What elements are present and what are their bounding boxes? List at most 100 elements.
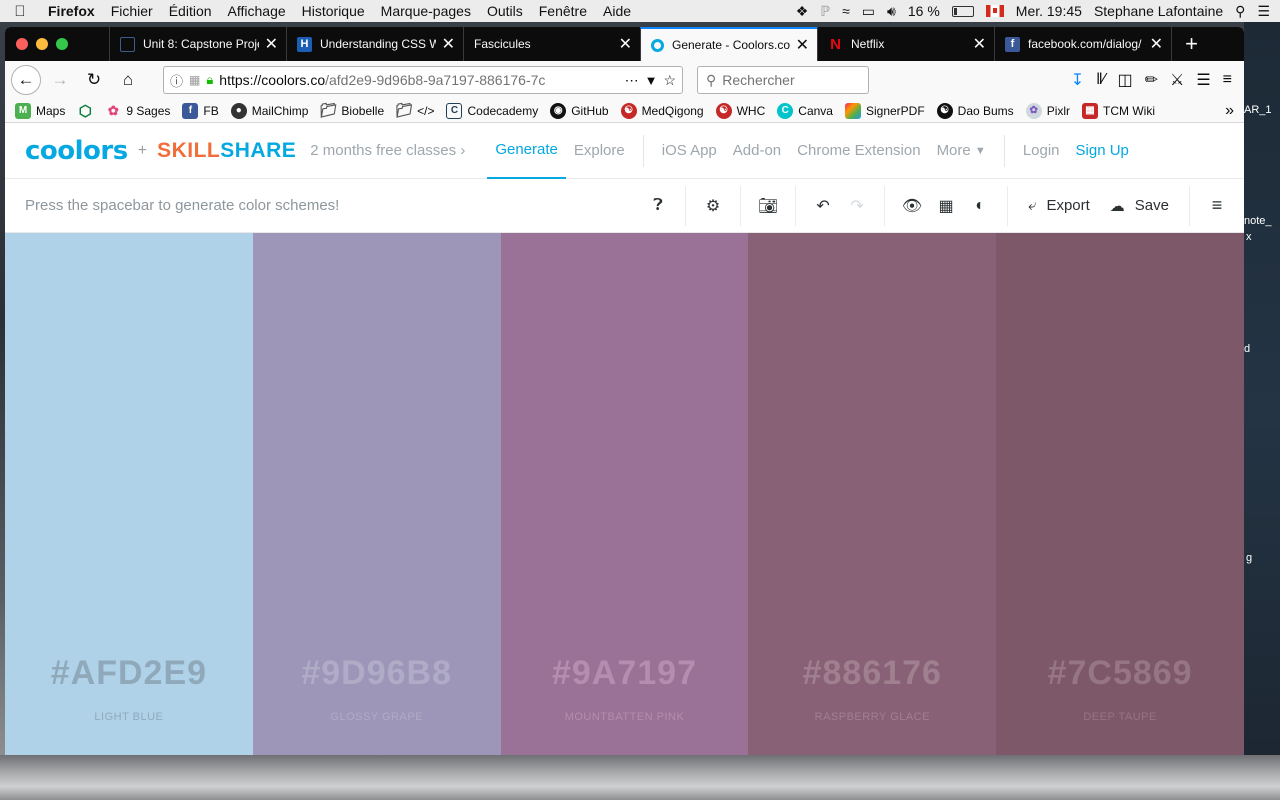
apple-icon[interactable]:  (0, 3, 40, 20)
bookmark-hexagon[interactable]: ⬡ (77, 103, 93, 120)
bookmark-canva[interactable]: C Canva (777, 102, 833, 119)
info-icon[interactable]: ⓘ (170, 71, 183, 90)
swatch-hex[interactable]: #9D96B8 (253, 654, 501, 693)
tab-understanding-css[interactable]: H Understanding CSS W ✕ (286, 27, 463, 61)
close-tab-icon[interactable]: ✕ (265, 34, 278, 54)
url-text[interactable]: https://coolors.co/afd2e9-9d96b8-9a7197-… (219, 72, 618, 88)
nav-chrome-extension[interactable]: Chrome Extension (789, 123, 928, 179)
bookmark-codecademy[interactable]: C Codecademy (446, 102, 538, 119)
bookmark-9-sages[interactable]: ✿ 9 Sages (105, 103, 171, 119)
back-button[interactable]: ← (11, 65, 41, 95)
search-input[interactable]: ⚲ Rechercher (697, 66, 869, 94)
pocket-icon[interactable]: ▼ (645, 73, 658, 88)
tab-coolors-generate[interactable]: Generate - Coolors.co ✕ (640, 27, 817, 61)
redo-icon[interactable]: ↷ (840, 196, 874, 216)
tab-facebook[interactable]: f facebook.com/dialog/ ✕ (994, 27, 1171, 61)
bookmark-mailchimp[interactable]: ● MailChimp (230, 102, 308, 119)
grid-icon[interactable]: ▦ (929, 196, 963, 216)
lock-icon[interactable]: 🔒︎ (206, 72, 213, 88)
close-tab-icon[interactable]: ✕ (442, 34, 455, 54)
save-button[interactable]: ☁ Save (1100, 197, 1179, 215)
color-swatch[interactable]: #9D96B8 GLOSSY GRAPE (252, 233, 501, 755)
desktop-file-label[interactable]: g (1246, 552, 1252, 564)
nav-sign-up[interactable]: Sign Up (1068, 123, 1137, 179)
bookmark-medqigong[interactable]: ☯ MedQigong (620, 102, 704, 119)
battery-icon[interactable] (951, 5, 974, 17)
export-button[interactable]: ⤶ Export (1018, 197, 1100, 214)
bookmark-signerpdf[interactable]: SignerPDF (844, 102, 925, 119)
url-bar[interactable]: ⓘ ▦ 🔒︎ https://coolors.co/afd2e9-9d96b8-… (163, 66, 683, 94)
extension-icon[interactable]: ⚔ (1170, 70, 1184, 90)
bookmark-whc[interactable]: ☯ WHC (715, 102, 765, 119)
permissions-icon[interactable]: ▦ (189, 73, 200, 87)
nav-ios-app[interactable]: iOS App (654, 123, 725, 179)
nav-add-on[interactable]: Add-on (725, 123, 789, 179)
bluetooth-icon[interactable]: ℙ (820, 3, 830, 20)
swatch-hex[interactable]: #886176 (748, 654, 996, 693)
eyedropper-icon[interactable]: ✏ (1145, 70, 1158, 90)
airplay-icon[interactable]: ▭ (862, 3, 875, 20)
menu-outils[interactable]: Outils (479, 3, 531, 19)
minimize-window-icon[interactable] (36, 38, 48, 50)
bookmark-folder-code[interactable]: 📁︎ </> (395, 102, 434, 119)
swatch-hex[interactable]: #9A7197 (501, 654, 749, 693)
tab-capstone[interactable]: Unit 8: Capstone Proje ✕ (109, 27, 286, 61)
swatch-hex[interactable]: #7C5869 (996, 654, 1244, 693)
forward-button[interactable]: → (45, 65, 75, 95)
close-tab-icon[interactable]: ✕ (796, 35, 809, 55)
desktop-file-label[interactable]: note_ (1244, 215, 1272, 227)
hamburger-menu-icon[interactable]: ≡ (1223, 71, 1232, 89)
spotlight-search-icon[interactable]: ⚲ (1235, 3, 1245, 20)
tab-netflix[interactable]: N Netflix ✕ (817, 27, 994, 61)
menu-historique[interactable]: Historique (294, 3, 373, 19)
notification-center-icon[interactable]: ☰ (1257, 3, 1270, 20)
sidebar-icon[interactable]: ◫ (1117, 70, 1132, 90)
eye-icon[interactable]: 👁︎ (895, 196, 929, 216)
menu-edition[interactable]: Édition (161, 3, 220, 19)
color-swatch[interactable]: #AFD2E9 LIGHT BLUE (5, 233, 253, 755)
desktop-file-label[interactable]: x (1246, 231, 1252, 243)
promo-link[interactable]: 2 months free classes › (310, 142, 465, 159)
layers-icon[interactable]: ☰ (1196, 70, 1210, 90)
menu-affichage[interactable]: Affichage (220, 3, 294, 19)
bookmark-folder-biobelle[interactable]: 📁︎ Biobelle (320, 102, 385, 119)
menu-icon[interactable]: ≡ (1200, 195, 1234, 216)
library-icon[interactable]: ‖∕ (1096, 71, 1105, 89)
nav-generate[interactable]: Generate (487, 123, 566, 179)
skillshare-logo[interactable]: SKILLSHARE (157, 139, 296, 163)
reload-button[interactable]: ↻ (79, 65, 109, 95)
new-tab-button[interactable]: + (1171, 27, 1211, 61)
color-swatch[interactable]: #9A7197 MOUNTBATTEN PINK (500, 233, 749, 755)
nav-login[interactable]: Login (1015, 123, 1068, 179)
menu-marque-pages[interactable]: Marque-pages (373, 3, 479, 19)
desktop-file-label[interactable]: d (1244, 343, 1250, 355)
zoom-window-icon[interactable] (56, 38, 68, 50)
close-tab-icon[interactable]: ✕ (973, 34, 986, 54)
color-swatch[interactable]: #7C5869 DEEP TAUPE (996, 233, 1244, 755)
menu-clock[interactable]: Mer. 19:45 (1016, 3, 1082, 19)
close-tab-icon[interactable]: ✕ (619, 34, 632, 54)
menu-app-name[interactable]: Firefox (40, 3, 103, 19)
help-icon[interactable]: ❓︎ (641, 197, 675, 215)
settings-gear-icon[interactable]: ⚙ (696, 196, 730, 216)
bookmark-dao-bums[interactable]: ☯ Dao Bums (936, 102, 1014, 119)
bookmark-github[interactable]: ◉ GitHub (550, 102, 609, 119)
bookmark-star-icon[interactable]: ☆ (663, 72, 676, 89)
close-window-icon[interactable] (16, 38, 28, 50)
dropbox-icon[interactable]: ❖ (796, 3, 809, 20)
menu-user[interactable]: Stephane Lafontaine (1094, 3, 1223, 19)
desktop-file-label[interactable]: AR_1 (1244, 104, 1272, 116)
menu-fenetre[interactable]: Fenêtre (531, 3, 595, 19)
home-button[interactable]: ⌂ (113, 65, 143, 95)
more-bookmarks-chevron-icon[interactable]: » (1225, 102, 1234, 120)
download-icon[interactable]: ↧ (1071, 70, 1084, 90)
volume-icon[interactable]: 🔊︎ (887, 3, 896, 20)
page-actions-icon[interactable]: ⋯ (625, 72, 639, 89)
bookmark-pixlr[interactable]: ✿ Pixlr (1025, 102, 1070, 119)
menu-aide[interactable]: Aide (595, 3, 639, 19)
close-tab-icon[interactable]: ✕ (1150, 34, 1163, 54)
nav-explore[interactable]: Explore (566, 123, 633, 179)
contrast-icon[interactable]: ◐ (963, 197, 997, 215)
color-swatch[interactable]: #886176 RASPBERRY GLACE (748, 233, 997, 755)
battery-percent[interactable]: 16 % (908, 3, 940, 19)
